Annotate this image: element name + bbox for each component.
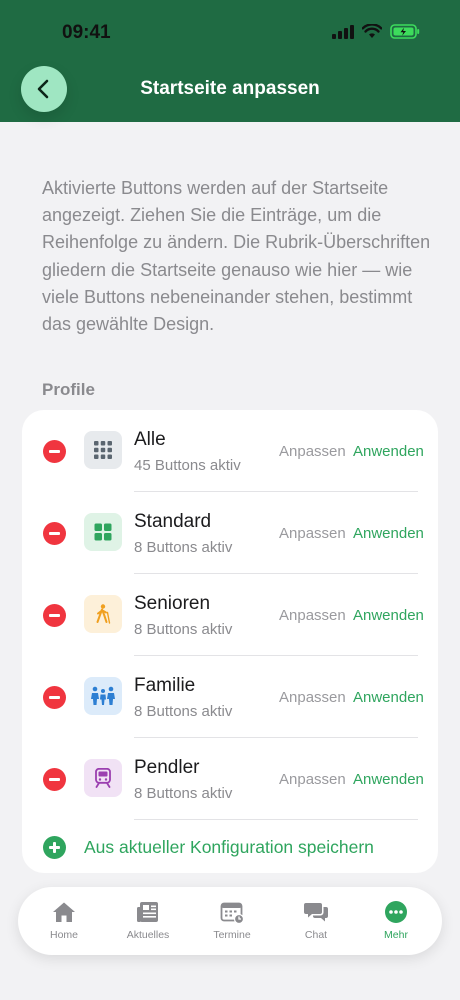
tab-home[interactable]: Home (22, 887, 106, 955)
tab-label: Termine (213, 929, 251, 941)
family-icon (91, 686, 115, 705)
tab-label: Chat (304, 929, 328, 941)
description-text: Aktivierte Buttons werden auf der Starts… (42, 178, 431, 335)
profile-name: Familie (134, 675, 196, 696)
grid-icon (94, 441, 112, 459)
adjust-button[interactable]: Anpassen (279, 443, 346, 460)
chat-icon (304, 903, 328, 922)
profile-icon-tile (84, 677, 122, 715)
profile-row[interactable]: Standard 8 Buttons aktiv Anpassen Anwend… (22, 492, 438, 574)
profile-subtitle: 8 Buttons aktiv (134, 785, 233, 802)
profile-row[interactable]: Alle 45 Buttons aktiv Anpassen Anwenden (22, 410, 438, 492)
adjust-button[interactable]: Anpassen (279, 607, 346, 624)
news-icon (137, 902, 158, 922)
profile-subtitle: 8 Buttons aktiv (134, 621, 233, 638)
remove-button[interactable] (43, 604, 66, 627)
tab-aktuelles[interactable]: Aktuelles (106, 887, 190, 955)
tab-mehr[interactable]: Mehr (354, 887, 438, 955)
profile-subtitle: 45 Buttons aktiv (134, 457, 241, 474)
header-bar: 09:41 Startseite anpassen (0, 0, 460, 122)
plus-icon (43, 836, 66, 859)
remove-button[interactable] (43, 522, 66, 545)
adjust-button[interactable]: Anpassen (279, 689, 346, 706)
profile-icon-tile (84, 759, 122, 797)
tab-label: Mehr (384, 929, 408, 941)
profile-row[interactable]: Pendler 8 Buttons aktiv Anpassen Anwende… (22, 738, 438, 820)
wifi-icon (362, 24, 382, 38)
profile-icon-tile (84, 595, 122, 633)
section-label: Profile (42, 380, 95, 399)
status-icons (332, 24, 420, 39)
adjust-button[interactable]: Anpassen (279, 771, 346, 788)
profile-name: Standard (134, 511, 212, 532)
profile-name: Senioren (134, 593, 211, 614)
profile-icon-tile (84, 513, 122, 551)
profile-subtitle: 8 Buttons aktiv (134, 703, 233, 720)
profile-row[interactable]: Familie 8 Buttons aktiv Anpassen Anwende… (22, 656, 438, 738)
status-time: 09:41 (62, 22, 111, 43)
tab-label: Aktuelles (126, 929, 170, 941)
save-configuration-label: Aus aktueller Konfiguration speichern (84, 837, 374, 857)
home-icon (53, 902, 75, 922)
tab-chat[interactable]: Chat (274, 887, 358, 955)
tab-termine[interactable]: Termine (190, 887, 274, 955)
profile-name: Pendler (134, 757, 200, 778)
apply-button[interactable]: Anwenden (353, 525, 424, 542)
profile-name: Alle (134, 429, 166, 450)
signal-icon (332, 24, 354, 39)
squares-icon (94, 523, 112, 541)
tab-label: Home (49, 929, 78, 941)
adjust-button[interactable]: Anpassen (279, 525, 346, 542)
calendar-icon (220, 902, 244, 924)
apply-button[interactable]: Anwenden (353, 443, 424, 460)
profile-subtitle: 8 Buttons aktiv (134, 539, 233, 556)
walker-icon (96, 604, 111, 624)
profile-icon-tile (84, 431, 122, 469)
tab-bar: Home Aktuelles Termine Chat Mehr (18, 887, 442, 955)
profile-row[interactable]: Senioren 8 Buttons aktiv Anpassen Anwend… (22, 574, 438, 656)
apply-button[interactable]: Anwenden (353, 689, 424, 706)
train-icon (95, 768, 111, 788)
remove-button[interactable] (43, 440, 66, 463)
remove-button[interactable] (43, 686, 66, 709)
page-title: Startseite anpassen (140, 78, 320, 99)
apply-button[interactable]: Anwenden (353, 607, 424, 624)
battery-icon (390, 24, 420, 39)
divider (134, 819, 418, 820)
remove-button[interactable] (43, 768, 66, 791)
apply-button[interactable]: Anwenden (353, 771, 424, 788)
profile-card: Alle 45 Buttons aktiv Anpassen Anwenden … (22, 410, 438, 873)
more-icon (385, 901, 407, 923)
save-configuration-button[interactable]: Aus aktueller Konfiguration speichern (22, 830, 438, 864)
